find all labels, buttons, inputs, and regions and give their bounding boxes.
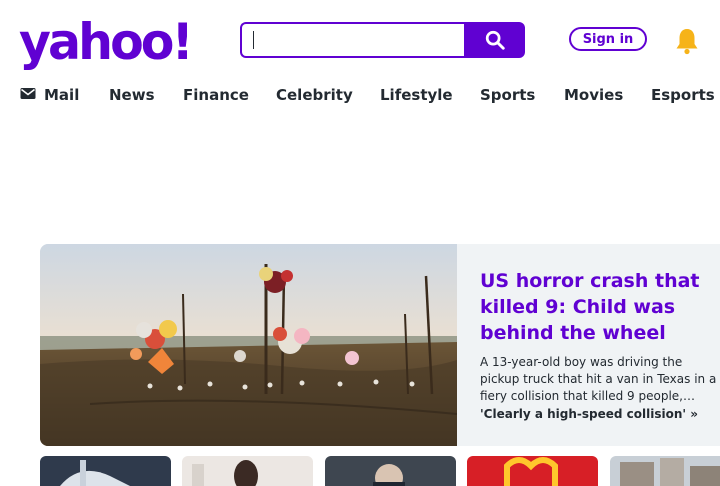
nav-item-finance[interactable]: Finance bbox=[183, 86, 249, 104]
search-button[interactable] bbox=[464, 22, 525, 58]
hero-title[interactable]: US horror crash that killed 9: Child was… bbox=[480, 268, 720, 346]
nav-item-mail[interactable]: Mail bbox=[20, 86, 79, 104]
envelope-icon bbox=[20, 88, 36, 99]
search-bar bbox=[240, 22, 525, 58]
nav-item-sports[interactable]: Sports bbox=[480, 86, 535, 104]
hero-description: A 13-year-old boy was driving the pickup… bbox=[480, 355, 717, 403]
hero-related-link[interactable]: 'Clearly a high-speed collision' » bbox=[480, 407, 720, 421]
story-thumbnail[interactable] bbox=[610, 456, 720, 486]
nav-item-movies[interactable]: Movies bbox=[564, 86, 623, 104]
nav-item-news[interactable]: News bbox=[109, 86, 155, 104]
nav-item-lifestyle[interactable]: Lifestyle bbox=[380, 86, 453, 104]
sign-in-button[interactable]: Sign in bbox=[569, 27, 647, 51]
story-thumbnail[interactable] bbox=[467, 456, 598, 486]
hero-story-card[interactable]: US horror crash that killed 9: Child was… bbox=[40, 244, 720, 446]
nav-item-esports[interactable]: Esports bbox=[651, 86, 715, 104]
main-nav: Mail News Finance Celebrity Lifestyle Sp… bbox=[0, 86, 720, 106]
nav-item-label: Mail bbox=[44, 86, 80, 104]
story-thumbnail[interactable] bbox=[40, 456, 171, 486]
yahoo-logo[interactable]: yahoo! bbox=[19, 14, 194, 70]
nav-item-celebrity[interactable]: Celebrity bbox=[276, 86, 353, 104]
text-cursor bbox=[253, 31, 254, 49]
story-thumbnail[interactable] bbox=[182, 456, 313, 486]
hero-text-panel: US horror crash that killed 9: Child was… bbox=[480, 268, 720, 421]
story-thumbnail[interactable] bbox=[325, 456, 456, 486]
search-icon bbox=[485, 30, 505, 50]
search-input[interactable] bbox=[240, 22, 465, 58]
hero-image[interactable] bbox=[40, 244, 457, 446]
story-thumbnail-strip bbox=[40, 456, 720, 486]
bell-icon[interactable] bbox=[674, 27, 700, 55]
